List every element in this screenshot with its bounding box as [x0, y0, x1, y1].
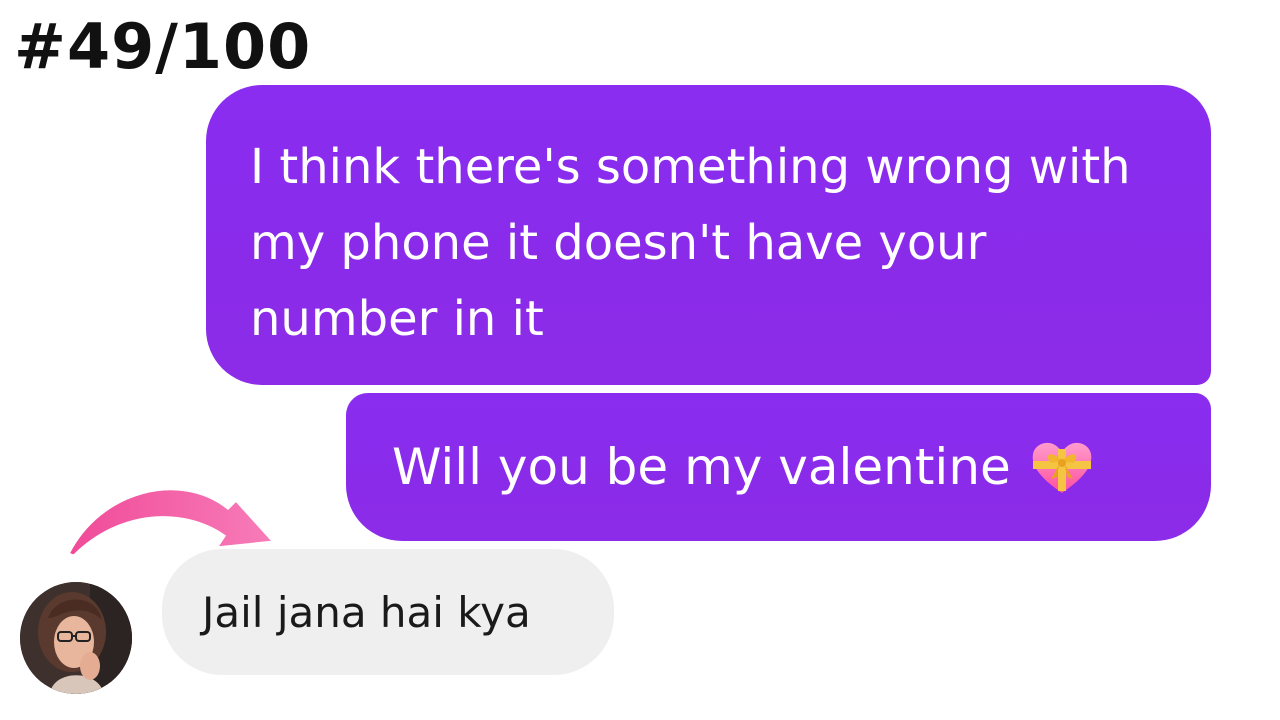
outgoing-message-text: I think there's something wrong with my …: [250, 139, 1131, 347]
outgoing-message-bubble[interactable]: I think there's something wrong with my …: [206, 85, 1211, 385]
outgoing-message-bubble[interactable]: Will you be my valentine: [346, 393, 1211, 541]
user-avatar[interactable]: [20, 582, 132, 694]
incoming-message-bubble[interactable]: Jail jana hai kya: [162, 549, 614, 675]
series-counter: #49/100: [14, 10, 312, 83]
screenshot-stage: #49/100 I think there's something wrong …: [0, 0, 1280, 720]
heart-with-ribbon-icon: [1029, 439, 1095, 495]
outgoing-message-text: Will you be my valentine: [392, 438, 1011, 496]
incoming-message-text: Jail jana hai kya: [202, 587, 531, 637]
